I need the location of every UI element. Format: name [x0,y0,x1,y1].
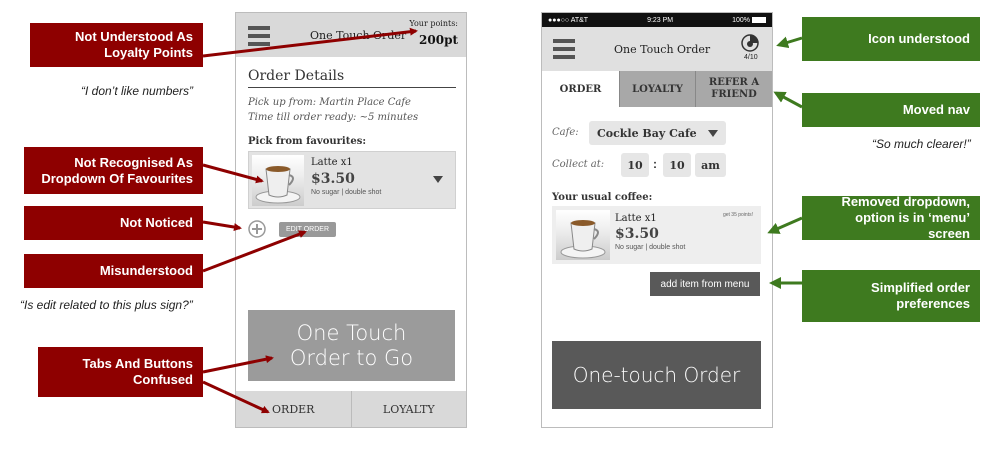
arrow-icon [202,380,270,414]
arrow-icon [773,91,803,109]
arrow-icon [202,27,418,58]
annotation-arrows [202,27,803,414]
arrow-icon [767,216,803,234]
arrow-icon [202,230,307,273]
arrow-icon [202,355,274,374]
arrow-icon [202,220,242,231]
arrow-icon [776,36,803,49]
arrow-icon [202,163,264,184]
